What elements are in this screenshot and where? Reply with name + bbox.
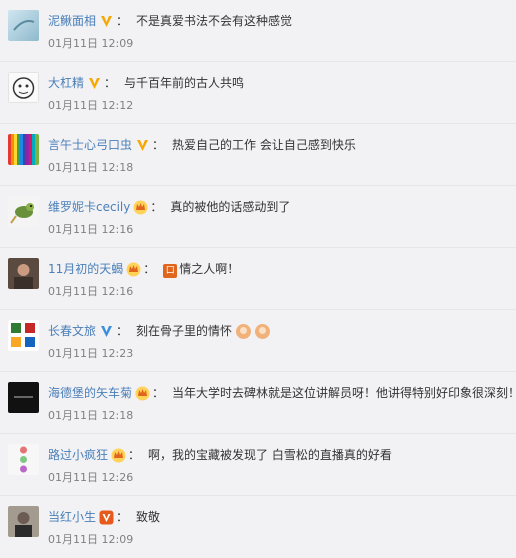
- avatar[interactable]: [8, 506, 39, 537]
- comment-time: 01月11日 12:16: [48, 285, 134, 298]
- avatar[interactable]: [8, 258, 39, 289]
- commenter-name[interactable]: 维罗妮卡cecily: [48, 198, 130, 216]
- commenter-name[interactable]: 路过小疯狂: [48, 446, 108, 464]
- comment-row: 当红小生 ： 致敬 01月11日 12:09: [0, 496, 516, 558]
- crown-icon: [126, 262, 141, 277]
- crown-icon: [111, 448, 126, 463]
- comment-text: 口情之人啊！: [163, 260, 239, 278]
- comment-text: 啊，我的宝藏被发现了 白雪松的直播真的好看: [148, 448, 392, 462]
- verified-v-icon: [87, 76, 102, 91]
- comment-text: 与千百年前的古人共鸣: [124, 76, 245, 90]
- commenter-name[interactable]: 言午士心弓口虫: [48, 136, 132, 154]
- avatar[interactable]: [8, 444, 39, 475]
- crown-icon: [133, 200, 148, 215]
- comment-list: 泥鳅面相 ： 不是真爱书法不会有这种感觉 01月11日 12:09 大杠精 ： …: [0, 0, 516, 555]
- comment-time: 01月11日 12:09: [48, 533, 134, 546]
- comment-row: 海德堡的矢车菊 ： 当年大学时去碑林就是这位讲解员呀！他讲得特别好印象很深刻！ …: [0, 372, 516, 434]
- comment-text: 不是真爱书法不会有这种感觉: [136, 14, 293, 28]
- comment-text: 当年大学时去碑林就是这位讲解员呀！他讲得特别好印象很深刻！: [172, 386, 516, 400]
- commenter-name[interactable]: 泥鳅面相: [48, 12, 96, 30]
- avatar[interactable]: [8, 72, 39, 103]
- verified-v-icon: [135, 138, 150, 153]
- comment-row: 大杠精 ： 与千百年前的古人共鸣 01月11日 12:12: [0, 62, 516, 124]
- comment-inline-icon: 口: [163, 264, 178, 278]
- comment-time: 01月11日 12:18: [48, 161, 134, 174]
- comment-time: 01月11日 12:26: [48, 471, 134, 484]
- comment-time: 01月11日 12:16: [48, 223, 134, 236]
- verified-v-icon: [99, 510, 114, 525]
- comment-text: 真的被他的话感动到了: [170, 200, 291, 214]
- comment-time: 01月11日 12:12: [48, 99, 134, 112]
- commenter-name[interactable]: 大杠精: [48, 74, 84, 92]
- comment-row: 11月初的天蝎 ： 口情之人啊！ 01月11日 12:16: [0, 248, 516, 310]
- verified-v-icon: [99, 14, 114, 29]
- comment-row: 言午士心弓口虫 ： 热爱自己的工作 会让自己感到快乐 01月11日 12:18: [0, 124, 516, 186]
- comment-time: 01月11日 12:09: [48, 37, 134, 50]
- avatar[interactable]: [8, 196, 39, 227]
- commenter-name[interactable]: 当红小生: [48, 508, 96, 526]
- comment-time: 01月11日 12:23: [48, 347, 134, 360]
- avatar[interactable]: [8, 382, 39, 413]
- avatar[interactable]: [8, 320, 39, 351]
- comment-text: 热爱自己的工作 会让自己感到快乐: [172, 138, 356, 152]
- comment-row: 长春文旅 ： 刻在骨子里的情怀 01月11日 12:23: [0, 310, 516, 372]
- commenter-name[interactable]: 长春文旅: [48, 322, 96, 340]
- avatar[interactable]: [8, 10, 39, 41]
- comment-row: 路过小疯狂 ： 啊，我的宝藏被发现了 白雪松的直播真的好看 01月11日 12:…: [0, 434, 516, 496]
- clap-hands-icon: [255, 323, 271, 339]
- commenter-name[interactable]: 11月初的天蝎: [48, 260, 123, 278]
- avatar[interactable]: [8, 134, 39, 165]
- verified-v-icon: [99, 324, 114, 339]
- comment-time: 01月11日 12:18: [48, 409, 134, 422]
- comment-row: 泥鳅面相 ： 不是真爱书法不会有这种感觉 01月11日 12:09: [0, 0, 516, 62]
- clap-hands-icon: [236, 323, 252, 339]
- comment-text: 致敬: [136, 510, 161, 524]
- commenter-name[interactable]: 海德堡的矢车菊: [48, 384, 132, 402]
- comment-text: 刻在骨子里的情怀: [136, 324, 233, 338]
- comment-row: 维罗妮卡cecily ： 真的被他的话感动到了 01月11日 12:16: [0, 186, 516, 248]
- crown-icon: [135, 386, 150, 401]
